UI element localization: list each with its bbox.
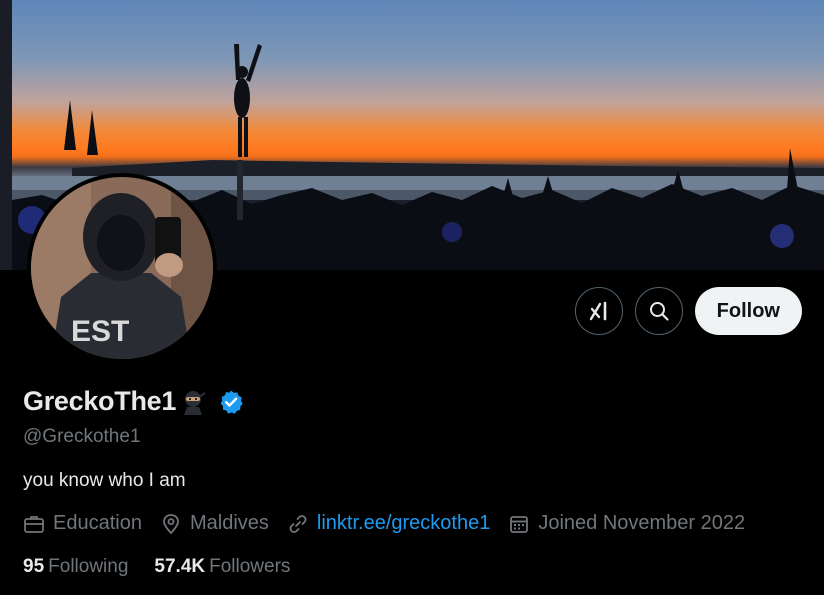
profile-actions: Follow <box>574 287 802 335</box>
profile-bio: you know who I am <box>23 470 186 491</box>
meta-link: linktr.ee/greckothe1 <box>287 512 490 535</box>
profile-avatar[interactable]: EST <box>27 173 217 363</box>
display-name: GreckoThe1 <box>23 386 177 416</box>
calendar-icon <box>510 515 529 533</box>
ninja-emoji-icon <box>184 390 206 415</box>
following-count: 95 <box>23 556 45 577</box>
search-icon <box>649 302 669 321</box>
verified-badge-icon[interactable] <box>218 389 244 415</box>
avatar-photo: EST <box>31 177 213 359</box>
meta-joined: Joined November 2022 <box>508 512 745 535</box>
grok-button[interactable] <box>574 287 623 335</box>
followers-label: Followers <box>209 556 291 577</box>
meta-category-label: Education <box>53 512 142 534</box>
following-label: Following <box>48 556 129 577</box>
meta-location-label: Maldives <box>189 512 269 534</box>
profile-meta: Education Maldives linktr.ee/greckothe1 … <box>23 512 763 535</box>
followers-link[interactable]: 57.4K Followers <box>154 556 290 578</box>
meta-location: Maldives <box>160 512 269 535</box>
profile-website-link[interactable]: linktr.ee/greckothe1 <box>317 512 490 535</box>
link-icon <box>289 514 307 533</box>
search-button[interactable] <box>634 287 683 335</box>
svg-text:EST: EST <box>71 315 129 348</box>
name-row: GreckoThe1 <box>23 386 244 417</box>
meta-joined-label: Joined November 2022 <box>538 512 746 534</box>
followers-count: 57.4K <box>154 556 206 577</box>
following-link[interactable]: 95 Following <box>23 556 128 578</box>
profile-handle: @Greckothe1 <box>23 426 141 447</box>
briefcase-icon <box>24 515 44 533</box>
left-edge-strip <box>0 0 12 270</box>
follow-button[interactable]: Follow <box>694 287 802 335</box>
grok-icon <box>589 301 606 321</box>
profile-stats: 95 Following 57.4K Followers <box>23 556 316 578</box>
location-pin-icon <box>163 513 179 534</box>
meta-category: Education <box>23 512 142 535</box>
